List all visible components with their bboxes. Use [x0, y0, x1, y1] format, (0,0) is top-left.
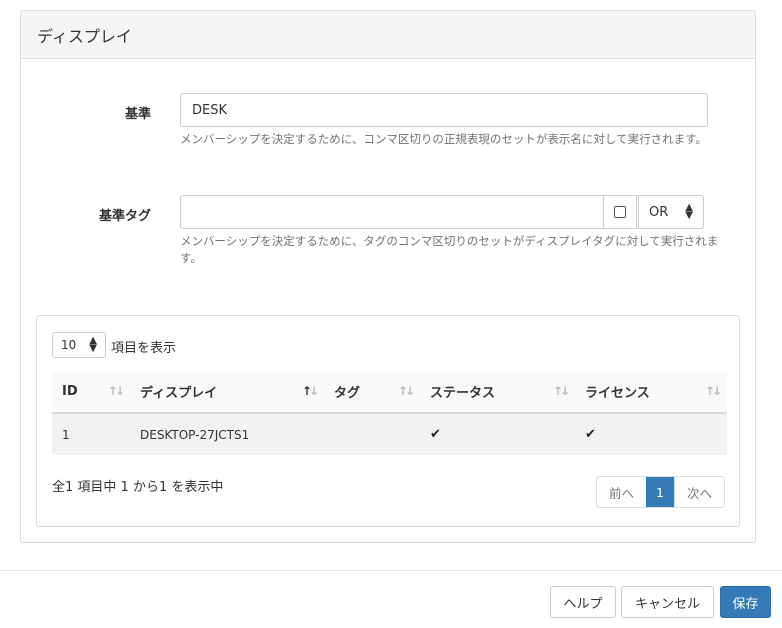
pagination: 前へ 1 次へ	[596, 476, 725, 508]
pager-prev-button[interactable]: 前へ	[597, 477, 646, 507]
display-group-panel: ディスプレイ 基準 メンバーシップを決定するために、コンマ区切りの正規表現のセッ…	[20, 10, 756, 543]
sort-icon: ↑↓	[397, 384, 415, 398]
sort-icon: ↑↓	[552, 384, 570, 398]
criteria-input[interactable]	[180, 93, 708, 127]
column-header-status[interactable]: ステータス ↑↓	[420, 371, 575, 414]
panel-title: ディスプレイ	[37, 26, 132, 46]
page-length-value: 10	[61, 338, 77, 352]
table-header-row: ID ↑↓ ディスプレイ ↑↓ タグ ↑↓ ステータス ↑↓ ライセンス ↑↓	[52, 371, 727, 414]
members-table-panel: 10 ▲ ▼ 項目を表示 ID ↑↓ ディスプレイ ↑↓ タグ ↑↓ ステータス…	[36, 315, 740, 527]
cancel-button[interactable]: キャンセル	[621, 586, 714, 618]
cell-tags	[324, 413, 420, 455]
select-arrows-icon: ▲ ▼	[685, 202, 693, 221]
page-length-label: 項目を表示	[111, 341, 177, 356]
criteria-tags-label: 基準タグ	[98, 209, 151, 224]
criteria-tags-help: メンバーシップを決定するために、タグのコンマ区切りのセットがディスプレイタグに対…	[180, 234, 719, 265]
column-header-license[interactable]: ライセンス ↑↓	[575, 371, 727, 414]
column-header-tags[interactable]: タグ ↑↓	[324, 371, 420, 414]
modal-footer-divider	[0, 570, 782, 571]
criteria-tags-input[interactable]	[180, 195, 604, 229]
sort-icon: ↑↓	[107, 384, 125, 398]
criteria-label: 基準	[124, 107, 151, 122]
exact-match-addon	[603, 195, 637, 229]
table-info: 全1 項目中 1 から1 を表示中	[52, 480, 224, 495]
sort-asc-icon: ↑↓	[301, 384, 319, 398]
cell-license: ✔	[575, 413, 727, 455]
save-button[interactable]: 保存	[720, 586, 771, 618]
panel-heading: ディスプレイ	[21, 11, 755, 59]
column-header-display[interactable]: ディスプレイ ↑↓	[130, 371, 324, 414]
pager-next-button[interactable]: 次へ	[673, 477, 724, 507]
cell-display: DESKTOP-27JCTS1	[130, 413, 324, 455]
criteria-help: メンバーシップを決定するために、コンマ区切りの正規表現のセットが表示名に対して実…	[180, 132, 707, 146]
table-row[interactable]: 1 DESKTOP-27JCTS1 ✔ ✔	[52, 413, 727, 455]
exact-match-checkbox[interactable]	[614, 206, 626, 218]
operator-select[interactable]: OR ▲ ▼	[638, 195, 704, 229]
column-header-id[interactable]: ID ↑↓	[52, 371, 130, 414]
members-table: ID ↑↓ ディスプレイ ↑↓ タグ ↑↓ ステータス ↑↓ ライセンス ↑↓ …	[52, 371, 727, 455]
operator-value: OR	[649, 204, 669, 220]
select-arrows-icon: ▲ ▼	[89, 335, 97, 354]
cell-status: ✔	[420, 413, 575, 455]
check-icon: ✔	[430, 427, 441, 442]
help-button[interactable]: ヘルプ	[550, 586, 616, 618]
check-icon: ✔	[585, 427, 596, 442]
sort-icon: ↑↓	[704, 384, 722, 398]
page-length-select[interactable]: 10 ▲ ▼	[52, 332, 106, 358]
pager-page-1[interactable]: 1	[646, 477, 674, 507]
cell-id: 1	[52, 413, 130, 455]
